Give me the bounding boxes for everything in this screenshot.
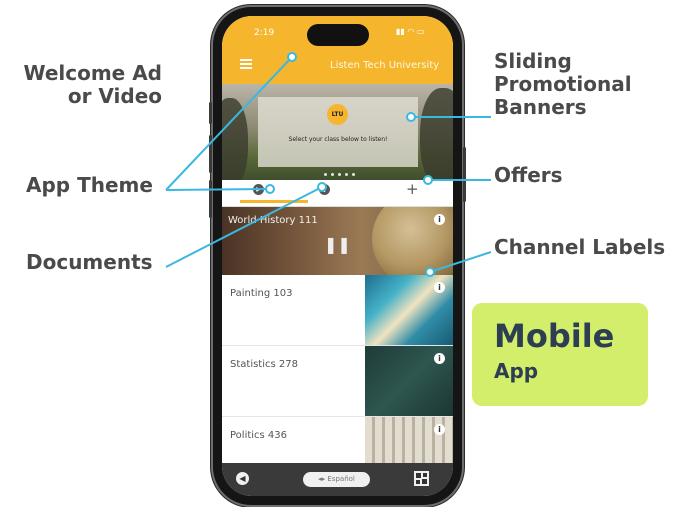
volume-icon[interactable]: ◀ — [236, 472, 249, 485]
hamburger-menu-icon[interactable] — [240, 59, 252, 71]
app-title: Listen Tech University — [330, 60, 440, 71]
language-button[interactable]: ◂▸ Español — [303, 472, 370, 487]
promo-banner[interactable]: LTU Select your class below to listen! — [222, 84, 453, 180]
status-icons: ▮▮ ◠ ▭ — [396, 27, 424, 36]
documents-callout: Documents — [26, 250, 153, 274]
documents-tab-icon[interactable]: i — [319, 184, 330, 195]
welcome-ad-callout-line1: Welcome Ad — [23, 61, 162, 85]
phone-screen: 2:19 ▮▮ ◠ ▭ Listen Tech University LTU S… — [222, 16, 453, 496]
banner-tree — [222, 98, 248, 180]
app-header: 2:19 ▮▮ ◠ ▭ Listen Tech University — [222, 16, 453, 84]
channel-name: Painting 103 — [230, 288, 293, 299]
pause-icon[interactable]: ❚❚ — [324, 235, 351, 254]
app-theme-callout: App Theme — [26, 173, 153, 197]
tab-bar: ▶ i + — [222, 180, 453, 207]
sliding-banners-callout: Sliding Promotional Banners — [494, 50, 664, 119]
battery-icon: ▭ — [416, 27, 425, 36]
active-tab-underline — [240, 200, 308, 203]
channel-info-icon[interactable]: i — [434, 353, 445, 364]
bottom-bar: ◀ ◂▸ Español — [222, 463, 453, 496]
mobile-app-badge: Mobile App — [472, 303, 648, 406]
phone-frame: 2:19 ▮▮ ◠ ▭ Listen Tech University LTU S… — [209, 7, 466, 505]
carousel-dots[interactable] — [324, 161, 359, 180]
badge-subtitle: App — [494, 359, 539, 383]
channel-info-icon[interactable]: i — [434, 282, 445, 293]
channel-name: Politics 436 — [230, 430, 288, 441]
channel-item[interactable]: Statistics 278 i — [222, 346, 453, 417]
banner-card: LTU Select your class below to listen! — [258, 97, 418, 176]
wifi-icon: ◠ — [407, 27, 415, 36]
phone-side-button — [209, 135, 212, 173]
channel-labels-callout: Channel Labels — [494, 235, 666, 259]
sliding-callout-line2: Promotional — [494, 72, 632, 96]
banner-prompt: Select your class below to listen! — [288, 136, 388, 143]
channel-info-icon[interactable]: i — [434, 424, 445, 435]
dynamic-island — [307, 24, 369, 46]
channel-name: World History 111 — [228, 215, 318, 226]
status-time: 2:19 — [254, 28, 275, 38]
welcome-ad-callout: Welcome Ad or Video — [12, 62, 162, 108]
sliding-callout-line3: Banners — [494, 95, 587, 119]
channel-item[interactable]: Politics 436 i — [222, 417, 453, 463]
banner-tree — [420, 88, 453, 180]
phone-side-button — [209, 102, 212, 124]
language-label: Español — [327, 475, 355, 483]
play-tab-icon[interactable]: ▶ — [253, 184, 264, 195]
welcome-ad-callout-line2: or Video — [67, 84, 162, 108]
offers-callout: Offers — [494, 163, 563, 187]
channel-item[interactable]: Painting 103 i — [222, 275, 453, 346]
signal-icon: ▮▮ — [396, 27, 405, 36]
ltu-logo: LTU — [327, 104, 348, 125]
offers-plus-icon[interactable]: + — [406, 180, 419, 198]
channel-name: Statistics 278 — [230, 359, 298, 370]
phone-side-button — [209, 180, 212, 218]
qr-code-icon[interactable] — [414, 471, 429, 486]
phone-side-button — [463, 147, 466, 202]
channel-info-icon[interactable]: i — [434, 214, 445, 225]
channel-item[interactable]: World History 111 ❚❚ i — [222, 207, 453, 275]
language-icon: ◂▸ — [318, 475, 328, 483]
badge-title: Mobile — [494, 317, 615, 355]
sliding-callout-line1: Sliding — [494, 49, 572, 73]
